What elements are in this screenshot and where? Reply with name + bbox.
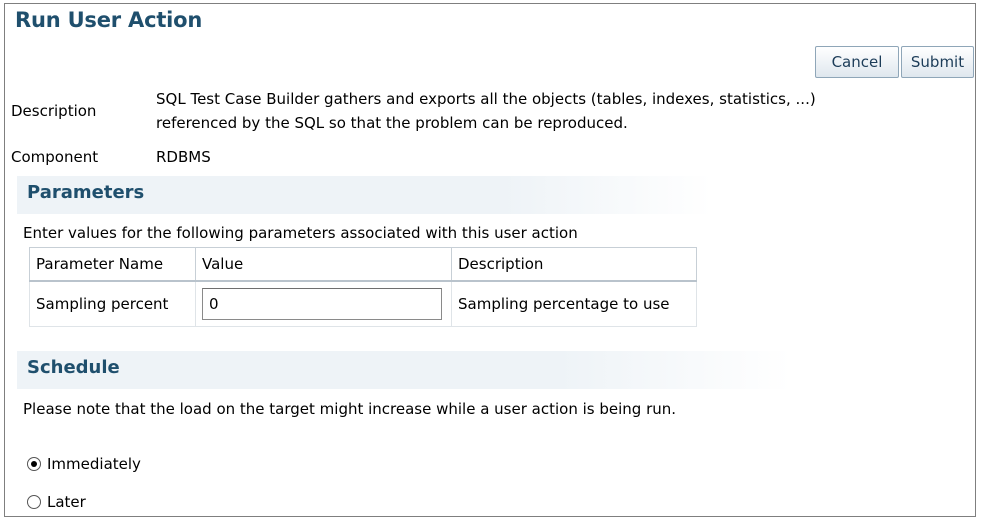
description-label: Description [11,102,97,120]
column-header-value: Value [195,247,452,282]
description-line-1: SQL Test Case Builder gathers and export… [156,90,816,108]
parameter-name-cell: Sampling percent [29,280,196,327]
submit-button[interactable]: Submit [901,46,974,78]
description-line-2: referenced by the SQL so that the proble… [156,114,628,132]
description-text: SQL Test Case Builder gathers and export… [156,87,816,135]
schedule-option-label: Later [47,493,86,511]
sampling-percent-input[interactable] [202,288,442,320]
parameter-description-cell: Sampling percentage to use [451,280,697,327]
component-value: RDBMS [156,148,211,166]
parameters-table-header: Parameter Name Value Description [29,247,697,282]
parameters-heading: Parameters [27,182,145,203]
schedule-option-later[interactable]: Later [27,493,86,511]
column-header-parameter-name: Parameter Name [29,247,196,282]
parameters-instructions: Enter values for the following parameter… [23,224,578,242]
schedule-heading: Schedule [27,357,120,378]
schedule-section-header: Schedule [17,351,791,389]
page-title: Run User Action [15,8,203,32]
column-header-description: Description [451,247,697,282]
table-row: Sampling percent Sampling percentage to … [29,280,697,327]
radio-selected-icon[interactable] [27,457,41,471]
parameter-value-cell [195,280,452,327]
schedule-option-immediately[interactable]: Immediately [27,455,141,473]
cancel-button[interactable]: Cancel [815,46,899,78]
radio-unselected-icon[interactable] [27,495,41,509]
component-label: Component [11,148,99,166]
schedule-note: Please note that the load on the target … [23,400,677,418]
parameters-table: Parameter Name Value Description Samplin… [29,247,697,327]
run-user-action-panel: Run User Action Cancel Submit Descriptio… [4,3,976,517]
schedule-option-label: Immediately [47,455,141,473]
parameters-section-header: Parameters [17,176,712,214]
